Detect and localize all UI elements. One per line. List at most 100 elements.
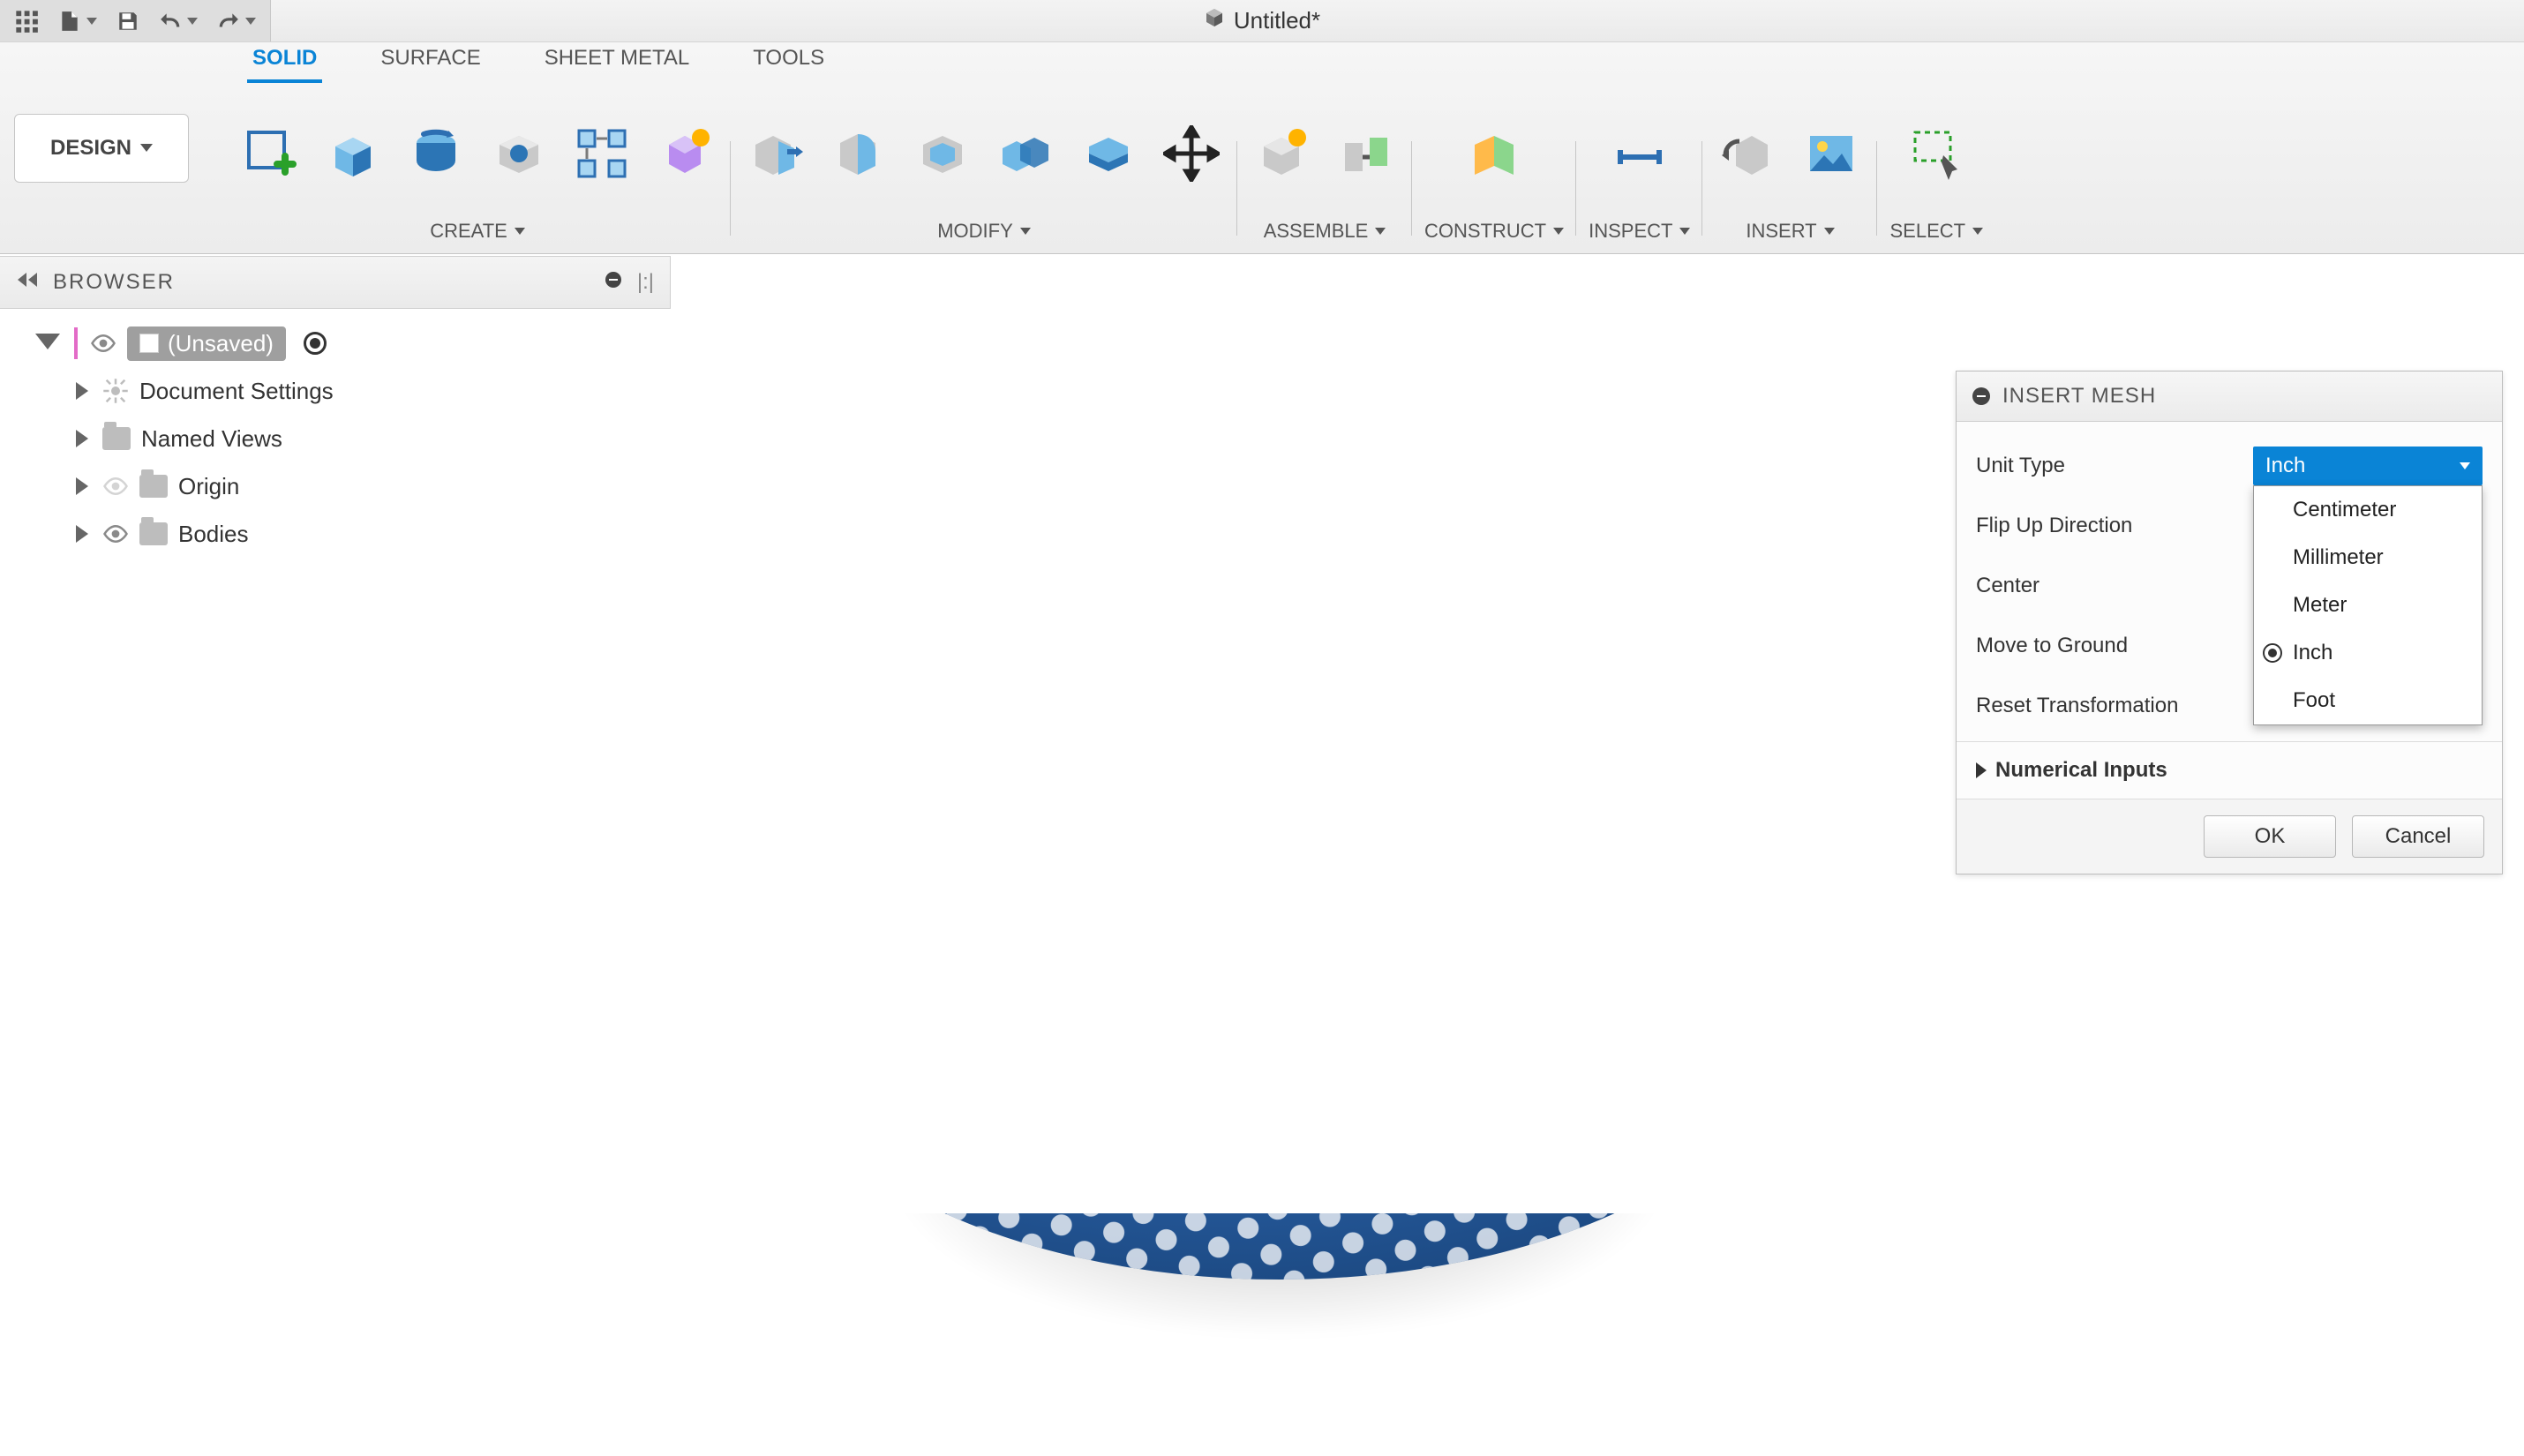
file-menu-button[interactable] xyxy=(56,6,99,36)
unit-option-millimeter[interactable]: Millimeter xyxy=(2254,534,2482,582)
caret-down-icon xyxy=(1679,228,1690,235)
unit-option-meter[interactable]: Meter xyxy=(2254,582,2482,629)
undo-button[interactable] xyxy=(157,6,199,36)
browser-header[interactable]: BROWSER |:| xyxy=(0,256,671,309)
tab-sheet-metal[interactable]: SHEET METAL xyxy=(539,39,695,83)
select-icon[interactable] xyxy=(1903,120,1970,187)
mesh-body-bowl[interactable] xyxy=(724,679,1836,1315)
workspace-switcher[interactable]: DESIGN xyxy=(14,114,189,183)
caret-down-icon xyxy=(1824,228,1835,235)
ok-button[interactable]: OK xyxy=(2204,815,2336,858)
tree-root[interactable]: (Unsaved) xyxy=(26,319,671,367)
caret-down-icon xyxy=(187,18,198,25)
section-numerical-inputs[interactable]: Numerical Inputs xyxy=(1957,741,2502,799)
browser-title: BROWSER xyxy=(53,270,590,295)
cancel-button[interactable]: Cancel xyxy=(2352,815,2484,858)
unit-type-dropdown: Centimeter Millimeter Meter Inch xyxy=(2253,485,2483,725)
tree-item-origin[interactable]: Origin xyxy=(26,462,671,510)
caret-down-icon xyxy=(515,228,525,235)
new-component-icon[interactable] xyxy=(1250,120,1317,187)
unit-type-value: Inch xyxy=(2265,454,2305,478)
create-box-icon[interactable] xyxy=(319,120,387,187)
collapse-left-icon[interactable] xyxy=(16,270,39,295)
redo-button[interactable] xyxy=(215,6,258,36)
tree-item-label: Document Settings xyxy=(139,378,334,405)
unit-option-inch[interactable]: Inch xyxy=(2254,629,2482,677)
move-icon[interactable] xyxy=(1158,120,1225,187)
ribbon-group-inspect: INSPECT xyxy=(1576,88,1702,253)
unit-option-foot[interactable]: Foot xyxy=(2254,677,2482,724)
tree-item-document-settings[interactable]: Document Settings xyxy=(26,367,671,415)
joint-icon[interactable] xyxy=(1333,120,1400,187)
create-hole-icon[interactable] xyxy=(485,120,552,187)
expander-icon[interactable] xyxy=(76,525,88,543)
create-revolve-icon[interactable] xyxy=(402,120,469,187)
expander-icon[interactable] xyxy=(76,477,88,495)
insert-derive-icon[interactable] xyxy=(1715,120,1782,187)
caret-down-icon xyxy=(245,18,256,25)
press-pull-icon[interactable] xyxy=(743,120,810,187)
caret-down-icon xyxy=(1972,228,1983,235)
panel-header[interactable]: INSERT MESH xyxy=(1957,372,2502,422)
ribbon-group-label[interactable]: CONSTRUCT xyxy=(1424,218,1564,253)
folder-icon xyxy=(139,522,168,545)
unit-type-select[interactable]: Inch Centimeter Millimeter Meter xyxy=(2253,447,2483,485)
ribbon-group-label[interactable]: INSERT xyxy=(1746,218,1834,253)
save-button[interactable] xyxy=(115,6,141,36)
insert-image-icon[interactable] xyxy=(1798,120,1865,187)
unit-option-centimeter[interactable]: Centimeter xyxy=(2254,486,2482,534)
tab-solid[interactable]: SOLID xyxy=(247,39,322,83)
expander-icon[interactable] xyxy=(76,430,88,447)
create-pattern-icon[interactable] xyxy=(568,120,635,187)
ribbon-group-create: CREATE xyxy=(224,88,731,253)
shell-icon[interactable] xyxy=(909,120,976,187)
create-form-icon[interactable] xyxy=(651,120,718,187)
tab-surface[interactable]: SURFACE xyxy=(375,39,485,83)
title-bar: Untitled* xyxy=(0,0,2524,42)
expander-open-icon[interactable] xyxy=(35,334,60,349)
tree-item-bodies[interactable]: Bodies xyxy=(26,510,671,558)
combine-icon[interactable] xyxy=(992,120,1059,187)
radio-selected-icon xyxy=(2263,643,2282,663)
ribbon-group-assemble: ASSEMBLE xyxy=(1237,88,1412,253)
construct-plane-icon[interactable] xyxy=(1461,120,1528,187)
tree-item-label: Named Views xyxy=(141,425,282,453)
collapse-icon[interactable] xyxy=(1972,387,1990,405)
waffle-menu-icon[interactable] xyxy=(12,5,41,37)
folder-icon xyxy=(139,475,168,498)
fillet-icon[interactable] xyxy=(826,120,893,187)
triad-gizmo-icon[interactable] xyxy=(1253,909,1483,1138)
ribbon-group-label[interactable]: SELECT xyxy=(1889,218,1983,253)
visibility-off-icon[interactable] xyxy=(102,473,129,499)
ribbon-group-modify: MODIFY xyxy=(731,88,1237,253)
activate-radio-icon[interactable] xyxy=(304,332,327,355)
measure-icon[interactable] xyxy=(1606,120,1673,187)
document-title: Untitled* xyxy=(0,0,2524,41)
appearance-icon[interactable] xyxy=(1075,120,1142,187)
gear-icon xyxy=(102,378,129,404)
workspace-label: DESIGN xyxy=(50,136,131,161)
panel-title: INSERT MESH xyxy=(2002,384,2156,409)
tree-item-named-views[interactable]: Named Views xyxy=(26,415,671,462)
label-unit-type: Unit Type xyxy=(1976,454,2253,478)
ribbon-group-label[interactable]: CREATE xyxy=(430,218,525,253)
drag-handle-icon[interactable]: |:| xyxy=(637,270,654,295)
quick-access-toolbar xyxy=(0,0,271,41)
minimize-dot-icon[interactable] xyxy=(604,270,623,296)
ribbon-group-label[interactable]: INSPECT xyxy=(1589,218,1690,253)
root-component-chip[interactable]: (Unsaved) xyxy=(127,326,286,361)
ribbon-group-construct: CONSTRUCT xyxy=(1412,88,1576,253)
caret-down-icon xyxy=(2460,462,2470,469)
folder-icon xyxy=(102,427,131,450)
ribbon-group-insert: INSERT xyxy=(1702,88,1877,253)
visibility-toggle-icon[interactable] xyxy=(90,330,116,356)
tree-item-label: Origin xyxy=(178,473,239,500)
tab-tools[interactable]: TOOLS xyxy=(747,39,830,83)
ribbon-group-label[interactable]: ASSEMBLE xyxy=(1264,218,1386,253)
visibility-toggle-icon[interactable] xyxy=(102,521,129,547)
disclosure-right-icon xyxy=(1976,762,1987,778)
create-sketch-icon[interactable] xyxy=(237,120,304,187)
expander-icon[interactable] xyxy=(76,382,88,400)
ribbon-group-label[interactable]: MODIFY xyxy=(937,218,1031,253)
caret-down-icon xyxy=(140,144,153,152)
